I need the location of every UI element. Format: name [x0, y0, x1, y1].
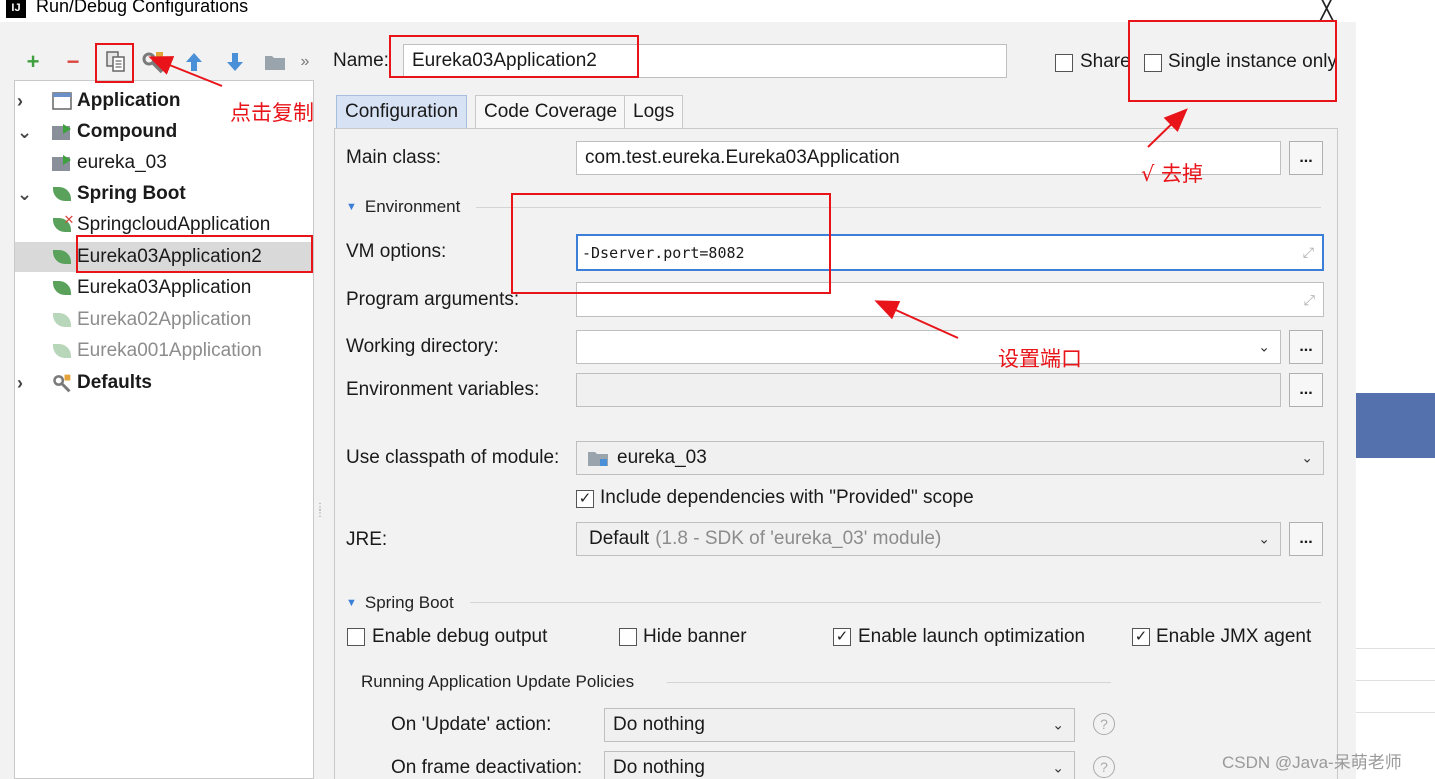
- port-annotation: 设置端口: [998, 347, 1082, 371]
- port-arrow: [874, 300, 959, 339]
- uncheck-annotation: √ 去掉: [1141, 162, 1204, 186]
- annotation-arrows: [148, 56, 1188, 339]
- copy-annotation: 点击复制: [230, 101, 314, 125]
- uncheck-arrow: [1147, 108, 1188, 148]
- copy-arrow: [148, 56, 223, 87]
- watermark: CSDN @Java-呆萌老师: [1222, 753, 1402, 772]
